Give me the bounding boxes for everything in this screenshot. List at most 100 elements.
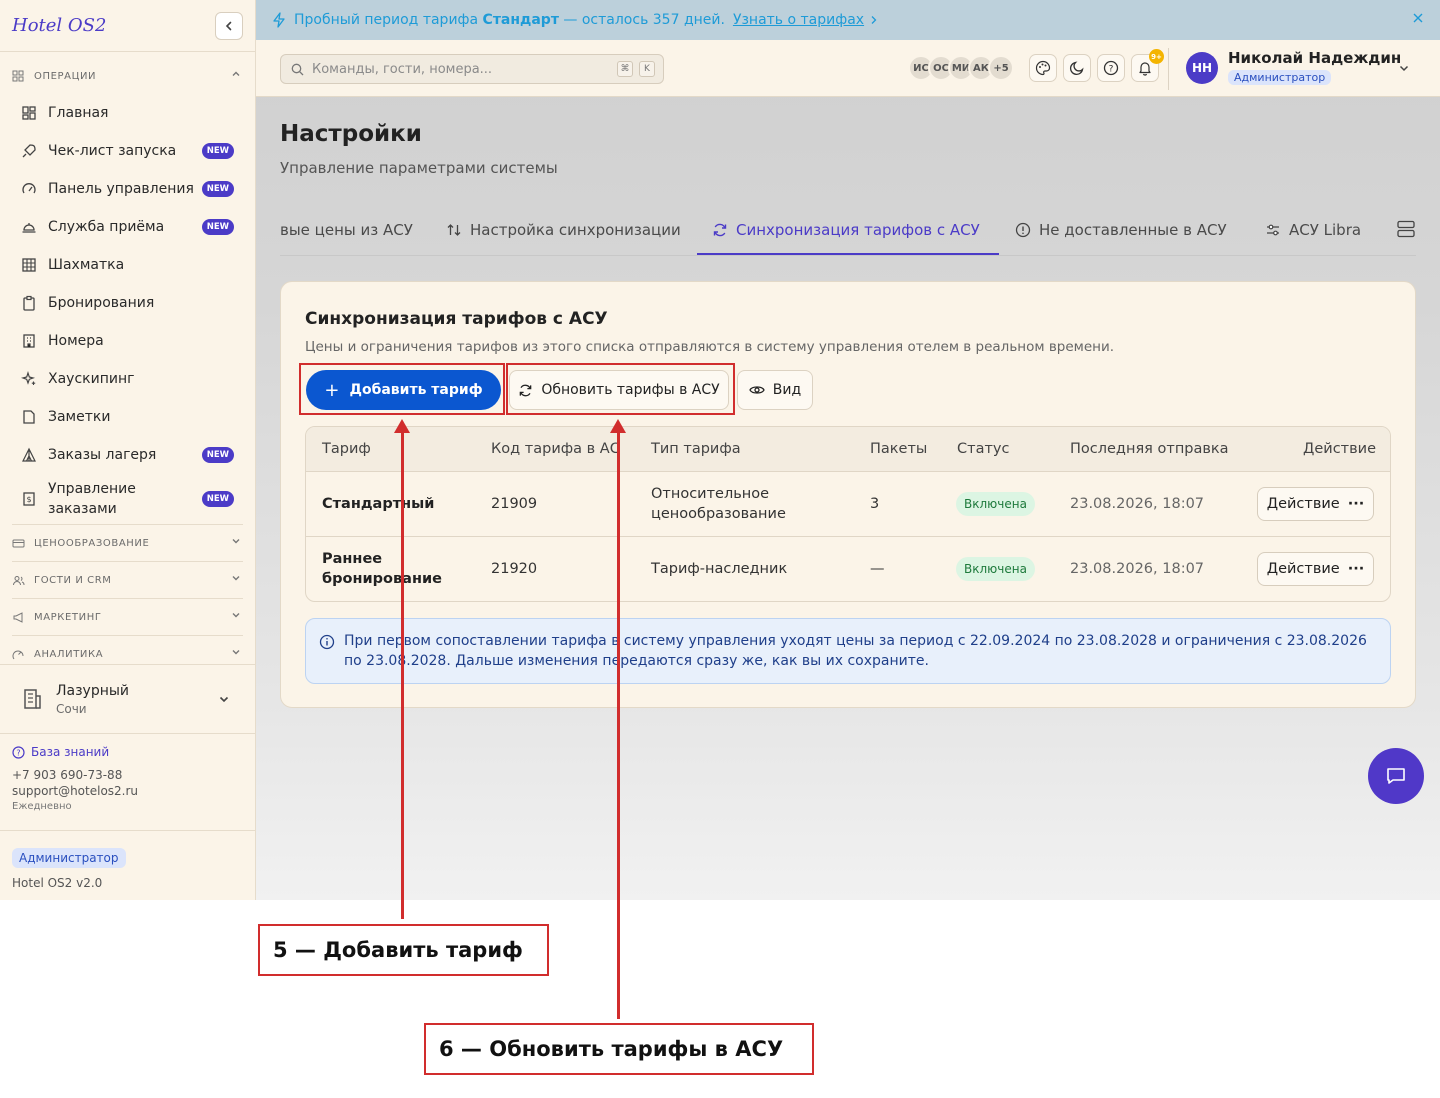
server-icon[interactable] [1396,220,1416,238]
chevron-left-icon [225,21,232,31]
status-badge: Включена [956,557,1035,581]
new-badge: NEW [201,491,234,507]
sidebar-item[interactable]: Бронирования [0,284,255,322]
chevron-down-icon[interactable] [1398,62,1410,74]
knowledge-base-link[interactable]: ? База знаний [12,744,138,760]
chat-button[interactable] [1368,748,1424,804]
collapse-sidebar-button[interactable] [215,12,243,40]
sidebar-sections: ЦЕНООБРАЗОВАНИЕ ГОСТИ И CRM МАРКЕТИНГ АНАЛИ… [0,524,255,672]
sidebar-section[interactable]: ГОСТИ И CRM [0,562,255,598]
building-icon [20,332,38,350]
more-dots-icon: ··· [1347,496,1365,512]
property-name: Лазурный [56,683,130,699]
sidebar-item[interactable]: Главная [0,94,255,132]
sidebar-item-label: Управление заказами [48,481,136,517]
tariff-type: Тариф-наследник [651,561,788,577]
tab-label: Настройка синхронизации [470,220,681,239]
sidebar-section[interactable]: ЦЕНООБРАЗОВАНИЕ [0,525,255,561]
clipboard-icon [20,294,38,312]
theme-palette-button[interactable] [1029,54,1057,82]
chevron-down-icon [232,613,240,618]
sidebar-item-label: Служба приёма [48,219,165,235]
tariff-type-line: Относительное [651,486,770,502]
row-action-button[interactable]: Действие ··· [1257,487,1374,521]
callout-5: 5 — Добавить тариф [258,924,549,976]
sidebar-item[interactable]: Шахматка [0,246,255,284]
row-action-button[interactable]: Действие ··· [1257,552,1374,586]
support-phone[interactable]: +7 903 690-73-88 [12,768,138,782]
sidebar-item-label: Номера [48,333,104,349]
column-header: Последняя отправка [1070,441,1229,457]
sidebar-item[interactable]: Номера [0,322,255,360]
table-row[interactable]: Раннее бронирование 21920 Тариф-наследни… [306,537,1390,601]
tariff-name-line: бронирование [322,571,442,587]
palette-icon [1035,60,1051,76]
search-icon [291,63,304,76]
active-tab-indicator [697,253,999,255]
search-input[interactable]: Команды, гости, номера... ⌘ K [280,54,664,84]
tariff-name-line: Раннее [322,551,383,567]
last-sent: 23.08.2026, 18:07 [1070,496,1205,512]
user-avatar[interactable]: НН [1186,52,1218,84]
svg-text:?: ? [16,748,20,757]
tab-label: АСУ Libra [1289,220,1362,239]
kbd-cmd: ⌘ [617,61,633,77]
column-header: Действие [1303,441,1376,457]
notifications-button[interactable]: 9+ [1131,49,1164,82]
sidebar-item[interactable]: Заказы лагеря NEW [0,436,255,474]
tab-asu-prices[interactable]: вые цены из АСУ [280,203,413,255]
settings-tabs: вые цены из АСУ Настройка синхронизации … [280,203,1416,256]
sidebar-item[interactable]: Панель управления NEW [0,170,255,208]
dashboard-icon [20,104,38,122]
tariffs-table: Тариф Код тарифа в АСУ Тип тарифа Пакеты… [305,426,1391,602]
sidebar-item[interactable]: $ Управление заказами NEW [0,474,255,524]
online-users[interactable]: ИС ОС МИ АК +5 [908,55,1014,81]
pricing-link[interactable]: Узнать о тарифах [733,12,864,28]
trial-text-suffix: — осталось 357 дней. [563,12,725,28]
topbar-divider [1168,48,1169,90]
tariff-name-line: Стандартный [322,496,435,512]
table-row[interactable]: Стандартный 21909 Относительное ценообра… [306,472,1390,537]
moon-icon [1069,61,1084,76]
user-role-badge: Администратор [1228,70,1332,85]
column-header: Тариф [322,441,371,457]
tab-tariff-sync[interactable]: Синхронизация тарифов с АСУ [712,203,980,255]
support-email[interactable]: support@hotelos2.ru [12,784,138,798]
info-alert: При первом сопоставлении тарифа в систем… [305,618,1391,684]
highlight-refresh-tariffs [506,363,735,415]
kbd-k: K [639,61,655,77]
view-button[interactable]: Вид [737,370,813,410]
tab-not-delivered[interactable]: Не доставленные в АСУ [1015,203,1227,255]
sidebar-section-label: ЦЕНООБРАЗОВАНИЕ [34,537,150,549]
highlight-add-tariff [299,363,505,415]
chevron-down-icon [219,696,229,703]
chevron-down-icon [232,576,240,581]
grid-icon [20,256,38,274]
sidebar-item[interactable]: Хаускипинг [0,360,255,398]
sidebar-item[interactable]: Заметки [0,398,255,436]
arrow-line-6 [617,431,620,1019]
bell-icon [1139,62,1151,76]
sidebar-item[interactable]: Чек-лист запуска NEW [0,132,255,170]
gauge-icon [20,180,38,198]
tab-sync-settings[interactable]: Настройка синхронизации [446,203,681,255]
more-dots-icon: ··· [1347,561,1365,577]
user-mini-avatar[interactable]: +5 [988,55,1014,81]
user-name[interactable]: Николай Надеждин [1228,49,1401,67]
section-operations[interactable]: ОПЕРАЦИИ [0,58,255,94]
sidebar-item[interactable]: Служба приёма NEW [0,208,255,246]
eye-icon [749,384,765,396]
close-banner-icon[interactable] [1412,12,1424,28]
property-switcher[interactable]: Лазурный Сочи [0,664,256,734]
trial-banner: Пробный период тарифа Стандарт — осталос… [256,0,1440,40]
callout-6: 6 — Обновить тарифы в АСУ [424,1023,814,1075]
rocket-icon [20,142,38,160]
tab-asu-libra[interactable]: АСУ Libra [1265,203,1362,255]
arrow-line-5 [401,431,404,919]
megaphone-icon [12,610,26,624]
help-button[interactable]: ? [1097,54,1125,82]
status-badge: Включена [956,492,1035,516]
sidebar-section[interactable]: МАРКЕТИНГ [0,599,255,635]
support-hours: Ежедневно [12,801,72,812]
dark-mode-button[interactable] [1063,54,1091,82]
